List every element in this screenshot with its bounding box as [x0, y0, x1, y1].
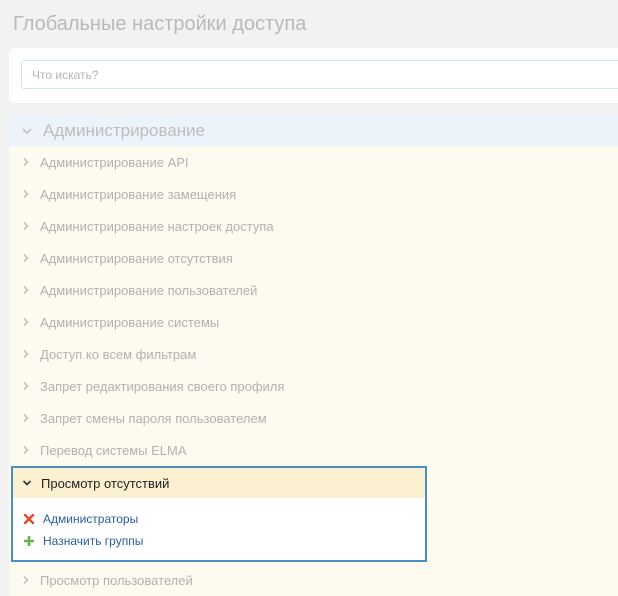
- permission-row[interactable]: Доступ ко всем фильтрам: [9, 338, 618, 370]
- search-input[interactable]: [21, 60, 618, 89]
- permission-row[interactable]: Администрирование настроек доступа: [9, 210, 618, 242]
- permission-label: Администрирование API: [40, 154, 189, 170]
- member-label[interactable]: Администраторы: [43, 512, 138, 526]
- permission-label: Просмотр пользователей: [40, 572, 193, 588]
- selected-permission-panel: Просмотр отсутствий Администраторы Назна…: [11, 466, 427, 562]
- permission-row[interactable]: Перевод системы ELMA: [9, 434, 618, 466]
- chevron-right-icon: [23, 285, 29, 295]
- permission-row[interactable]: Запрет смены пароля пользователем: [9, 402, 618, 434]
- permission-label: Администрирование настроек доступа: [40, 218, 274, 234]
- permission-label: Администрирование отсутствия: [40, 250, 233, 266]
- add-icon[interactable]: [23, 535, 35, 547]
- chevron-right-icon: [23, 253, 29, 263]
- permission-row[interactable]: Администрирование пользователей: [9, 274, 618, 306]
- permission-members: Администраторы Назначить группы: [13, 498, 425, 560]
- permission-row[interactable]: Администрирование API: [9, 146, 618, 178]
- chevron-right-icon: [23, 221, 29, 231]
- member-label[interactable]: Назначить группы: [43, 534, 143, 548]
- chevron-right-icon: [23, 157, 29, 167]
- remove-icon[interactable]: [23, 513, 35, 525]
- permission-label: Перевод системы ELMA: [40, 442, 187, 458]
- chevron-down-icon: [22, 480, 32, 486]
- permission-list: Администрирование API Администрирование з…: [9, 146, 618, 596]
- assign-groups-link[interactable]: Назначить группы: [23, 530, 425, 552]
- permission-label: Запрет смены пароля пользователем: [40, 410, 267, 426]
- permission-label: Доступ ко всем фильтрам: [40, 346, 197, 362]
- chevron-right-icon: [23, 317, 29, 327]
- permission-row-absence-view[interactable]: Просмотр отсутствий: [13, 468, 425, 498]
- permission-label: Администрирование замещения: [40, 186, 237, 202]
- permission-label: Администрирование системы: [40, 314, 220, 330]
- page-title: Глобальные настройки доступа: [13, 13, 307, 35]
- search-panel: [9, 48, 618, 103]
- permission-row[interactable]: Администрирование замещения: [9, 178, 618, 210]
- chevron-right-icon: [23, 575, 29, 585]
- chevron-right-icon: [23, 413, 29, 423]
- permission-row[interactable]: Запрет редактирования своего профиля: [9, 370, 618, 402]
- permission-label: Администрирование пользователей: [40, 282, 258, 298]
- chevron-right-icon: [23, 381, 29, 391]
- permission-label: Просмотр отсутствий: [41, 475, 170, 491]
- chevron-right-icon: [23, 349, 29, 359]
- chevron-right-icon: [23, 445, 29, 455]
- group-header-administration[interactable]: Администрирование: [9, 115, 618, 146]
- permission-row[interactable]: Просмотр пользователей: [9, 564, 618, 596]
- permission-row[interactable]: Администрирование отсутствия: [9, 242, 618, 274]
- chevron-right-icon: [23, 189, 29, 199]
- group-title: Администрирование: [43, 120, 206, 140]
- member-administrators[interactable]: Администраторы: [23, 508, 425, 530]
- chevron-down-icon: [22, 127, 32, 134]
- permission-label: Запрет редактирования своего профиля: [40, 378, 285, 394]
- permission-row[interactable]: Администрирование системы: [9, 306, 618, 338]
- access-settings-tree: Администрирование Администрирование API А…: [9, 115, 618, 596]
